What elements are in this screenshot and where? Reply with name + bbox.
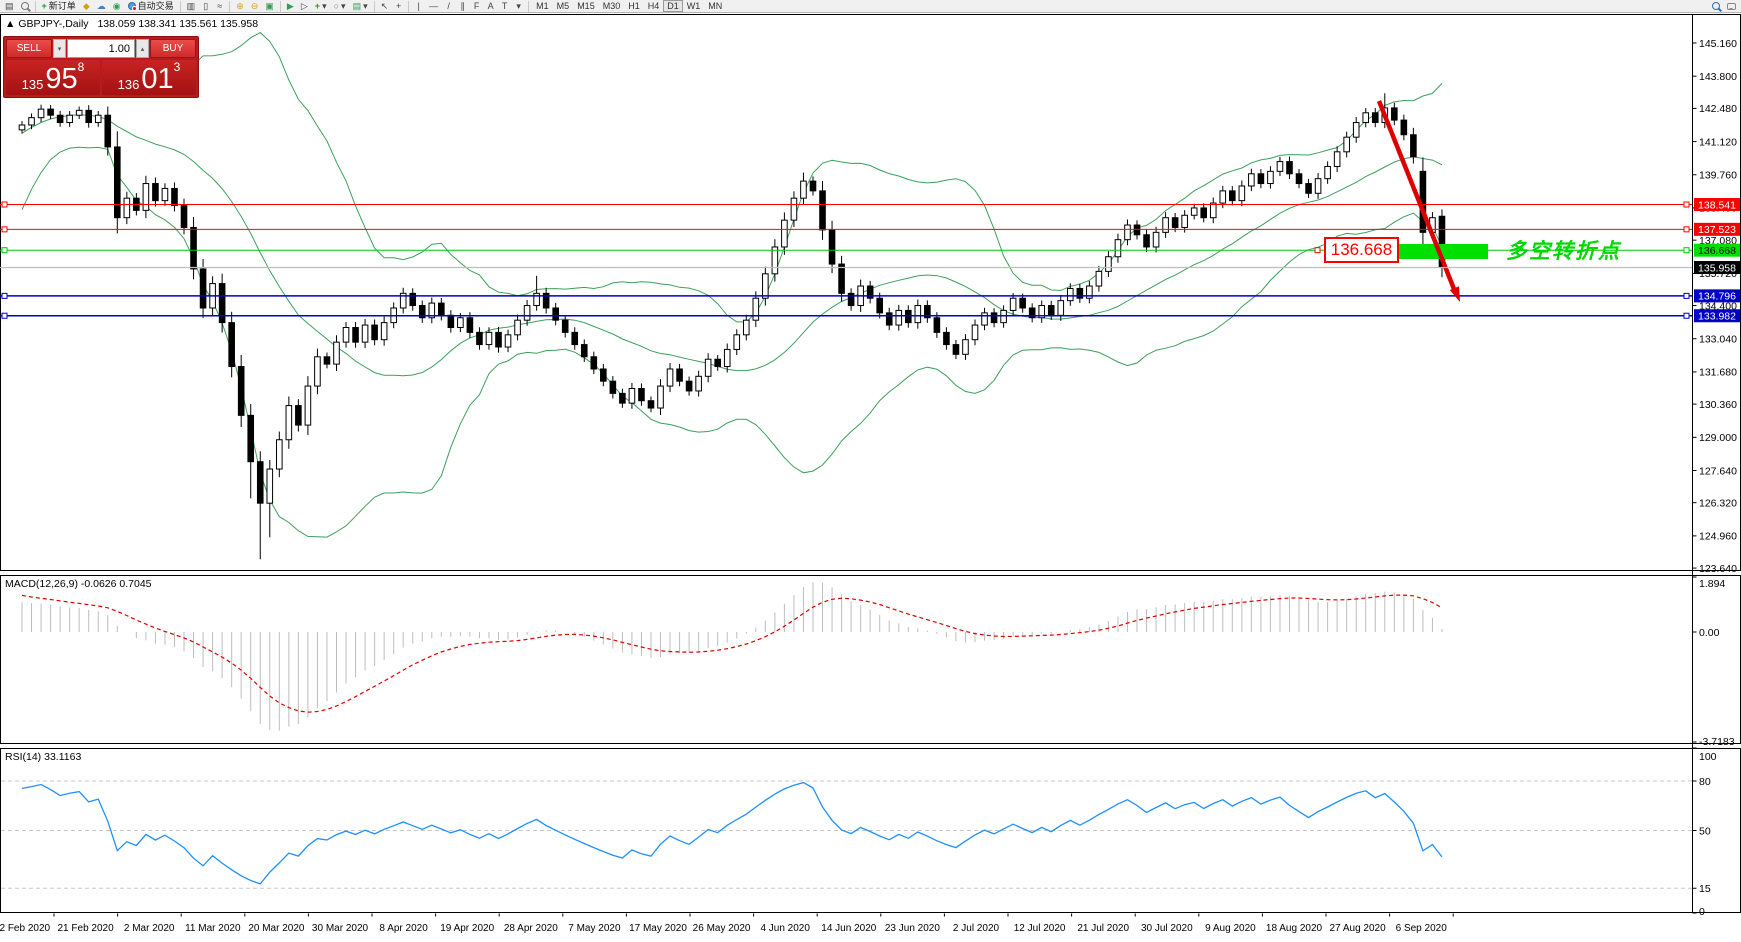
hline-137.523[interactable]	[0, 227, 1692, 232]
svg-text:50: 50	[1699, 825, 1711, 837]
svg-text:20 Mar 2020: 20 Mar 2020	[248, 923, 305, 934]
svg-text:21 Jul 2020: 21 Jul 2020	[1077, 923, 1129, 934]
svg-text:18 Aug 2020: 18 Aug 2020	[1266, 923, 1323, 934]
svg-text:1.894: 1.894	[1699, 578, 1725, 590]
sell-price-main: 95	[45, 66, 77, 92]
sell-price[interactable]: 135 95 8	[6, 60, 100, 95]
macd-indicator-label: MACD(12,26,9) -0.0626 0.7045	[5, 578, 152, 590]
buy-price-prefix: 136	[118, 77, 140, 92]
svg-text:129.000: 129.000	[1699, 432, 1737, 444]
svg-text:130.360: 130.360	[1699, 399, 1737, 411]
svg-text:139.760: 139.760	[1699, 170, 1737, 182]
one-click-trade-panel: SELL ▾ ▴ BUY 135 95 8 136 01 3	[3, 36, 199, 98]
volume-input[interactable]	[67, 39, 135, 58]
date-axis[interactable]: 12 Feb 2020 21 Feb 2020 2 Mar 2020 11 Mar 2…	[0, 914, 1453, 935]
svg-text:-3.7183: -3.7183	[1699, 736, 1735, 748]
volume-decrease-button[interactable]: ▾	[53, 39, 66, 58]
chart-canvas[interactable]: 145.160143.800142.480141.120139.760138.4…	[0, 0, 1741, 942]
svg-text:12 Jul 2020: 12 Jul 2020	[1014, 923, 1066, 934]
buy-price-pip: 3	[174, 61, 181, 73]
buy-button[interactable]: BUY	[150, 39, 196, 58]
svg-text:27 Aug 2020: 27 Aug 2020	[1330, 923, 1387, 934]
svg-text:133.040: 133.040	[1699, 334, 1737, 346]
symbol-marker-icon: ▲	[5, 18, 15, 30]
svg-text:138.541: 138.541	[1698, 199, 1736, 211]
svg-text:23 Jun 2020: 23 Jun 2020	[885, 923, 940, 934]
svg-text:12 Feb 2020: 12 Feb 2020	[0, 923, 51, 934]
svg-text:100: 100	[1699, 751, 1717, 763]
price-axis[interactable]: 145.160143.800142.480141.120139.760138.4…	[1693, 38, 1738, 575]
current-price-tag: 135.958	[1694, 261, 1740, 274]
svg-text:2 Jul 2020: 2 Jul 2020	[953, 923, 1000, 934]
svg-text:142.480: 142.480	[1699, 103, 1737, 115]
sell-button[interactable]: SELL	[6, 39, 52, 58]
hline-134.796[interactable]	[0, 293, 1692, 298]
svg-text:126.320: 126.320	[1699, 497, 1737, 509]
pivot-note-text[interactable]: 多空转折点	[1506, 235, 1621, 265]
svg-text:19 Apr 2020: 19 Apr 2020	[440, 923, 494, 934]
svg-text:80: 80	[1699, 776, 1711, 788]
buy-price[interactable]: 136 01 3	[102, 60, 196, 95]
trend-arrow-head	[1450, 286, 1460, 302]
svg-text:135.958: 135.958	[1698, 262, 1736, 274]
rsi-name: RSI(14)	[5, 751, 41, 763]
macd-values: -0.0626 0.7045	[81, 578, 152, 590]
svg-text:8 Apr 2020: 8 Apr 2020	[379, 923, 428, 934]
svg-text:134.796: 134.796	[1698, 291, 1736, 303]
svg-text:2 Mar 2020: 2 Mar 2020	[124, 923, 175, 934]
svg-text:141.120: 141.120	[1699, 136, 1737, 148]
price-tag-136.668: 136.668	[1694, 244, 1740, 257]
svg-text:137.523: 137.523	[1698, 224, 1736, 236]
svg-text:30 Mar 2020: 30 Mar 2020	[312, 923, 369, 934]
svg-text:17 May 2020: 17 May 2020	[629, 923, 687, 934]
price-tag-133.982: 133.982	[1694, 309, 1740, 322]
symbol-period-label: GBPJPY-,Daily	[18, 18, 88, 30]
svg-text:124.960: 124.960	[1699, 531, 1737, 543]
svg-text:28 Apr 2020: 28 Apr 2020	[504, 923, 558, 934]
candles	[19, 93, 1445, 559]
svg-text:15: 15	[1699, 883, 1711, 895]
horizontal-lines[interactable]	[0, 202, 1692, 318]
svg-text:127.640: 127.640	[1699, 465, 1737, 477]
chart-title: ▲ GBPJPY-,Daily 138.059 138.341 135.561 …	[5, 18, 258, 30]
price-tag-137.523: 137.523	[1694, 223, 1740, 236]
svg-text:9 Aug 2020: 9 Aug 2020	[1205, 923, 1256, 934]
sell-price-prefix: 135	[22, 77, 44, 92]
mt4-window: ▤ + 新订单 ◆ ☁ ◉ 自动交易 ▥ ▯ ≈ ⊕ ⊖ ▣ ▶ ▷ +▾ ○▾…	[0, 0, 1741, 942]
rsi-indicator-label: RSI(14) 33.1163	[5, 751, 81, 763]
bollinger-bands	[22, 33, 1442, 538]
svg-text:14 Jun 2020: 14 Jun 2020	[821, 923, 876, 934]
svg-text:131.680: 131.680	[1699, 367, 1737, 379]
svg-text:4 Jun 2020: 4 Jun 2020	[760, 923, 810, 934]
ohlc-values: 138.059 138.341 135.561 135.958	[97, 18, 258, 30]
svg-text:143.800: 143.800	[1699, 71, 1737, 83]
price-tag-138.541: 138.541	[1694, 198, 1740, 211]
sell-price-pip: 8	[78, 61, 85, 73]
hline-133.982[interactable]	[0, 313, 1692, 318]
hline-138.541[interactable]	[0, 202, 1692, 207]
buy-price-main: 01	[141, 66, 173, 92]
svg-text:145.160: 145.160	[1699, 38, 1737, 50]
macd-name: MACD(12,26,9)	[5, 578, 78, 590]
macd-axis: 1.894 0.00 -3.7183	[1693, 577, 1735, 748]
svg-text:6 Sep 2020: 6 Sep 2020	[1396, 923, 1448, 934]
price-callout-box[interactable]: 136.668	[1324, 237, 1399, 263]
svg-text:133.982: 133.982	[1698, 311, 1736, 323]
macd-pane	[22, 582, 1442, 730]
svg-text:0.00: 0.00	[1699, 627, 1720, 639]
rsi-pane	[1, 781, 1692, 888]
rsi-value: 33.1163	[44, 751, 81, 763]
svg-text:26 May 2020: 26 May 2020	[693, 923, 751, 934]
svg-text:123.640: 123.640	[1699, 563, 1737, 575]
rsi-axis: 100 80 50 15 0	[1693, 748, 1717, 918]
price-tag-134.796: 134.796	[1694, 289, 1740, 302]
volume-increase-button[interactable]: ▴	[136, 39, 149, 58]
svg-text:7 May 2020: 7 May 2020	[568, 923, 621, 934]
svg-text:136.668: 136.668	[1698, 245, 1736, 257]
svg-text:30 Jul 2020: 30 Jul 2020	[1141, 923, 1193, 934]
svg-text:0: 0	[1699, 906, 1705, 918]
svg-text:11 Mar 2020: 11 Mar 2020	[185, 923, 241, 934]
svg-text:21 Feb 2020: 21 Feb 2020	[58, 923, 115, 934]
